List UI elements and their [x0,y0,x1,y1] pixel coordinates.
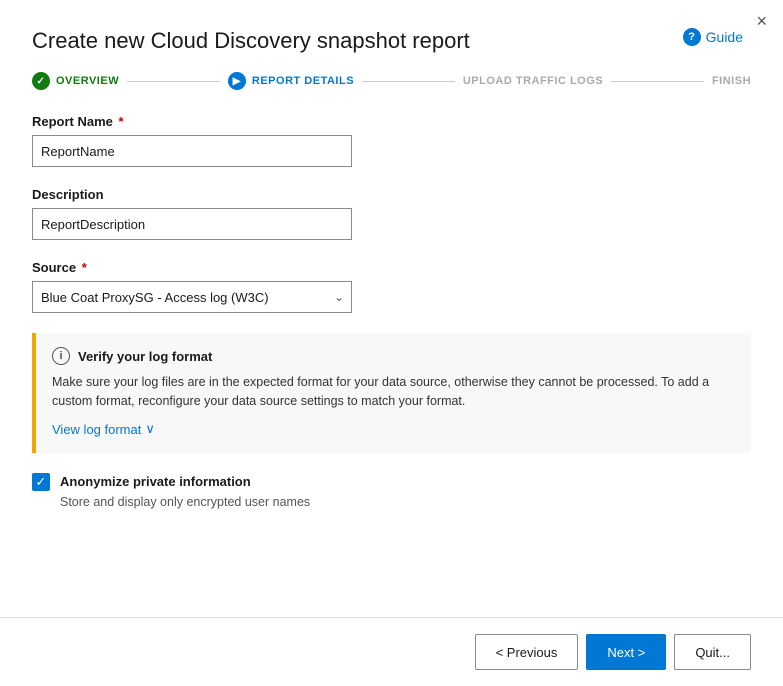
dialog-title: Create new Cloud Discovery snapshot repo… [32,28,751,54]
view-log-format-link[interactable]: View log format ∨ [52,421,155,437]
source-group: Source * Blue Coat ProxySG - Access log … [32,260,751,313]
step-line-3 [611,81,704,82]
dialog-header: Create new Cloud Discovery snapshot repo… [0,0,783,54]
dialog-content: Report Name * Description Source * Blue … [0,90,783,617]
anonymize-sub-label: Store and display only encrypted user na… [60,495,751,509]
close-button[interactable]: × [756,12,767,30]
source-select[interactable]: Blue Coat ProxySG - Access log (W3C) Cis… [32,281,352,313]
anonymize-section: ✓ Anonymize private information Store an… [32,473,751,509]
checkbox-check-icon: ✓ [36,475,47,488]
required-star-source: * [78,260,87,275]
quit-button[interactable]: Quit... [674,634,751,670]
info-box-title: Verify your log format [78,349,212,364]
step-finish: FINISH [712,75,751,87]
info-box-text: Make sure your log files are in the expe… [52,373,735,411]
step-line-1 [127,81,220,82]
anonymize-row: ✓ Anonymize private information [32,473,751,491]
required-star-name: * [115,114,124,129]
step-report-details-icon: ▶ [228,72,246,90]
description-input[interactable] [32,208,352,240]
guide-icon: ? [683,28,701,46]
info-box: i Verify your log format Make sure your … [32,333,751,453]
description-group: Description [32,187,751,240]
guide-link[interactable]: ? Guide [683,28,743,46]
step-upload-logs: UPLOAD TRAFFIC LOGS [463,75,603,87]
anonymize-checkbox[interactable]: ✓ [32,473,50,491]
create-snapshot-dialog: × Create new Cloud Discovery snapshot re… [0,0,783,686]
stepper: ✓ OVERVIEW ▶ REPORT DETAILS UPLOAD TRAFF… [0,54,783,90]
guide-label: Guide [706,29,743,45]
previous-button[interactable]: < Previous [475,634,579,670]
step-report-details: ▶ REPORT DETAILS [228,72,354,90]
info-icon: i [52,347,70,365]
step-line-2 [362,81,455,82]
step-finish-label: FINISH [712,75,751,87]
report-name-label: Report Name * [32,114,751,129]
step-report-details-label: REPORT DETAILS [252,75,354,87]
anonymize-label: Anonymize private information [60,474,251,489]
source-select-wrapper: Blue Coat ProxySG - Access log (W3C) Cis… [32,281,352,313]
report-name-input[interactable] [32,135,352,167]
step-overview-icon: ✓ [32,72,50,90]
description-label: Description [32,187,751,202]
info-box-header: i Verify your log format [52,347,735,365]
view-log-chevron-icon: ∨ [145,421,155,437]
report-name-group: Report Name * [32,114,751,167]
step-overview: ✓ OVERVIEW [32,72,119,90]
step-upload-logs-label: UPLOAD TRAFFIC LOGS [463,75,603,87]
dialog-footer: < Previous Next > Quit... [0,617,783,686]
source-label: Source * [32,260,751,275]
next-button[interactable]: Next > [586,634,666,670]
step-overview-label: OVERVIEW [56,75,119,87]
view-log-label: View log format [52,422,141,437]
